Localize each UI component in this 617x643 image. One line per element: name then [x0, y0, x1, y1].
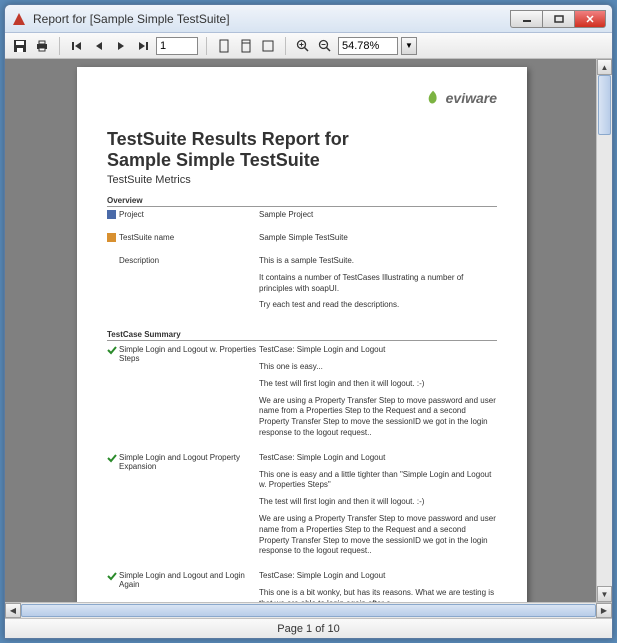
prev-page-icon[interactable] [90, 37, 108, 55]
logo-text: eviware [446, 90, 497, 106]
scroll-thumb[interactable] [21, 604, 596, 617]
page-number-input[interactable] [156, 37, 198, 55]
overview-row: TestSuite nameSample Simple TestSuite [107, 230, 497, 253]
window-title: Report for [Sample Simple TestSuite] [33, 12, 510, 26]
report-title: TestSuite Results Report for Sample Simp… [107, 129, 497, 170]
blank-icon [107, 256, 119, 317]
testcase-desc: TestCase: Simple Login and LogoutThis on… [259, 453, 497, 563]
check-icon [107, 345, 119, 357]
scroll-down-icon[interactable]: ▼ [597, 586, 612, 602]
minimize-button[interactable] [510, 10, 542, 28]
window-buttons [510, 10, 606, 28]
zoom-input[interactable] [338, 37, 398, 55]
fit-page-icon[interactable] [237, 37, 255, 55]
check-icon [107, 571, 119, 583]
page-indicator: Page 1 of 10 [277, 623, 339, 635]
testcase-name: Simple Login and Logout and Login Again [119, 571, 259, 589]
last-page-icon[interactable] [134, 37, 152, 55]
maximize-button[interactable] [542, 10, 574, 28]
next-page-icon[interactable] [112, 37, 130, 55]
content-area: eviware TestSuite Results Report for Sam… [5, 59, 612, 602]
zoom-in-icon[interactable] [294, 37, 312, 55]
testcase-heading: TestCase Summary [107, 330, 497, 341]
actual-size-icon[interactable] [215, 37, 233, 55]
zoom-dropdown-icon[interactable]: ▼ [401, 37, 417, 55]
scroll-thumb[interactable] [598, 75, 611, 135]
testcase-desc: TestCase: Simple Login and LogoutThis on… [259, 571, 497, 602]
overview-value: This is a sample TestSuite.It contains a… [259, 256, 497, 317]
scroll-right-icon[interactable]: ▶ [596, 603, 612, 618]
overview-value: Sample Project [259, 210, 497, 227]
separator [285, 37, 286, 55]
report-page: eviware TestSuite Results Report for Sam… [77, 67, 527, 602]
fit-width-icon[interactable] [259, 37, 277, 55]
check-icon [107, 453, 119, 465]
toolbar: ▼ [5, 33, 612, 59]
zoom-out-icon[interactable] [316, 37, 334, 55]
testcase-row: Simple Login and Logout and Login AgainT… [107, 567, 497, 602]
app-icon [11, 11, 27, 27]
vertical-scrollbar[interactable]: ▲ ▼ [596, 59, 612, 602]
separator [59, 37, 60, 55]
scroll-left-icon[interactable]: ◀ [5, 603, 21, 618]
testcase-desc: TestCase: Simple Login and LogoutThis on… [259, 345, 497, 445]
title-line1: TestSuite Results Report for [107, 129, 497, 150]
suite-icon [107, 233, 119, 250]
testcase-row: Simple Login and Logout Property Expansi… [107, 449, 497, 567]
overview-key: TestSuite name [119, 233, 259, 250]
save-icon[interactable] [11, 37, 29, 55]
project-icon [107, 210, 119, 227]
overview-row: ProjectSample Project [107, 207, 497, 230]
overview-value: Sample Simple TestSuite [259, 233, 497, 250]
overview-key: Project [119, 210, 259, 227]
horizontal-scrollbar[interactable]: ◀ ▶ [5, 602, 612, 618]
scroll-track[interactable] [21, 603, 596, 618]
print-icon[interactable] [33, 37, 51, 55]
scroll-up-icon[interactable]: ▲ [597, 59, 612, 75]
testcase-name: Simple Login and Logout Property Expansi… [119, 453, 259, 471]
overview-row: DescriptionThis is a sample TestSuite.It… [107, 253, 497, 320]
overview-key: Description [119, 256, 259, 317]
title-line2: Sample Simple TestSuite [107, 150, 497, 171]
close-button[interactable] [574, 10, 606, 28]
testcase-table: Simple Login and Logout w. Properties St… [107, 341, 497, 602]
titlebar[interactable]: Report for [Sample Simple TestSuite] [5, 5, 612, 33]
eviware-logo: eviware [424, 89, 497, 107]
overview-heading: Overview [107, 196, 497, 207]
report-window: Report for [Sample Simple TestSuite] ▼ e… [4, 4, 613, 639]
status-bar: Page 1 of 10 [5, 618, 612, 638]
report-subtitle: TestSuite Metrics [107, 174, 497, 186]
testcase-row: Simple Login and Logout w. Properties St… [107, 341, 497, 449]
overview-table: ProjectSample ProjectTestSuite nameSampl… [107, 207, 497, 320]
testcase-name: Simple Login and Logout w. Properties St… [119, 345, 259, 363]
first-page-icon[interactable] [68, 37, 86, 55]
separator [206, 37, 207, 55]
